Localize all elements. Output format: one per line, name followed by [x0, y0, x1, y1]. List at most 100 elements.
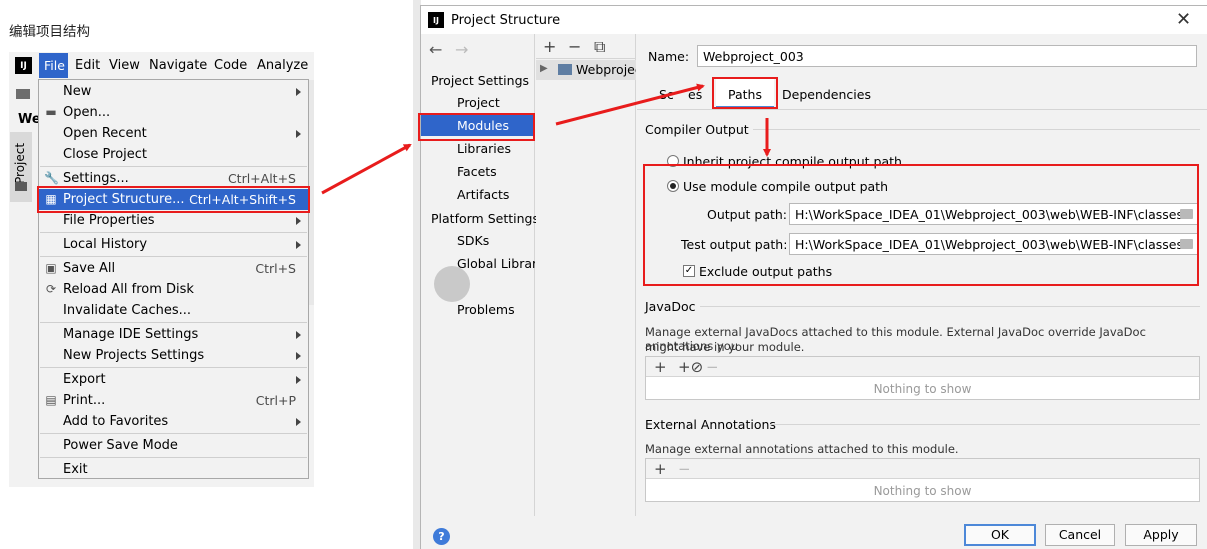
menu-item-export[interactable]: Export [39, 369, 308, 390]
nav-header-platform-settings: Platform Settings [431, 211, 539, 226]
apply-button[interactable]: Apply [1125, 524, 1197, 546]
project-tool-window-tab[interactable]: Project [10, 132, 32, 202]
menubar: IJ File Edit View Navigate Code Analyze [9, 52, 314, 80]
caption-text: 编辑项目结构 [9, 24, 90, 40]
menu-item-close-project[interactable]: Close Project [39, 144, 308, 165]
menu-view[interactable]: View [109, 58, 140, 73]
wrench-icon: 🔧 [44, 171, 59, 185]
menu-item-file-properties[interactable]: File Properties [39, 210, 308, 231]
menu-item-label: Invalidate Caches... [63, 303, 192, 318]
menu-item-open[interactable]: ▬ Open... [39, 102, 308, 123]
menu-separator [40, 322, 307, 323]
menu-item-new[interactable]: New [39, 81, 308, 102]
menu-separator [40, 433, 307, 434]
name-label: Name: [648, 49, 690, 64]
annotation-highlight-modules [418, 113, 535, 141]
remove-icon[interactable]: − [678, 460, 691, 478]
chevron-right-icon[interactable]: ▶ [540, 63, 548, 74]
external-annotations-table-toolbar: + − [646, 459, 1199, 479]
remove-icon[interactable]: − [706, 358, 719, 376]
menu-separator [40, 166, 307, 167]
cancel-button[interactable]: Cancel [1045, 524, 1115, 546]
nav-item-project[interactable]: Project [457, 95, 500, 110]
menu-item-label: Save All [63, 261, 116, 276]
add-icon[interactable]: + [543, 37, 556, 56]
tab-dependencies[interactable]: Dependencies [782, 87, 871, 102]
nav-item-artifacts[interactable]: Artifacts [457, 187, 509, 202]
forward-arrow-icon[interactable]: → [455, 40, 468, 59]
nav-item-sdks[interactable]: SDKs [457, 233, 489, 248]
menu-item-label: Manage IDE Settings [63, 327, 199, 342]
menu-item-shortcut: Ctrl+S [255, 261, 296, 276]
module-name-value: Webproject_003 [703, 49, 804, 64]
tab-sources-head[interactable]: Sc [659, 87, 674, 102]
menu-separator [40, 367, 307, 368]
nav-item-facets[interactable]: Facets [457, 164, 497, 179]
section-divider [770, 424, 1200, 425]
menu-item-label: Exit [63, 462, 88, 477]
submenu-arrow-icon [296, 217, 301, 225]
menu-item-exit[interactable]: Exit [39, 459, 308, 480]
menu-item-shortcut: Ctrl+Alt+S [227, 171, 296, 186]
reload-icon: ⟳ [45, 282, 57, 296]
copy-icon[interactable]: ⧉ [594, 37, 605, 57]
menu-separator [40, 232, 307, 233]
add-icon[interactable]: + [654, 358, 667, 376]
back-arrow-icon[interactable]: ← [429, 40, 442, 59]
menu-file-label: File [44, 58, 65, 73]
javadoc-table-toolbar: + +⊘ − [646, 357, 1199, 377]
menu-item-label: Add to Favorites [63, 414, 169, 429]
project-tab-label: Project [13, 142, 27, 184]
menu-item-label: Settings... [63, 171, 129, 186]
folder-icon[interactable] [16, 89, 30, 99]
menu-item-save-all[interactable]: ▣ Save All Ctrl+S [39, 258, 308, 279]
external-annotations-table: + − Nothing to show [645, 458, 1200, 502]
submenu-arrow-icon [296, 352, 301, 360]
annotation-highlight-paths-tab [712, 77, 778, 109]
add-url-icon[interactable]: +⊘ [678, 358, 703, 376]
menu-item-reload-all[interactable]: ⟳ Reload All from Disk [39, 279, 308, 300]
submenu-arrow-icon [296, 88, 301, 96]
nav-item-global-libraries[interactable]: Global Librari [457, 256, 535, 271]
collapse-button-icon[interactable] [434, 266, 470, 302]
add-icon[interactable]: + [654, 460, 667, 478]
save-icon: ▣ [45, 261, 57, 275]
menu-item-invalidate-caches[interactable]: Invalidate Caches... [39, 300, 308, 321]
submenu-arrow-icon [296, 130, 301, 138]
menu-file[interactable]: File [39, 53, 68, 78]
section-title-external-annotations: External Annotations [645, 417, 776, 432]
submenu-arrow-icon [296, 376, 301, 384]
menu-item-label: Power Save Mode [63, 438, 178, 453]
menu-item-open-recent[interactable]: Open Recent [39, 123, 308, 144]
menu-navigate[interactable]: Navigate [149, 58, 207, 73]
menu-item-local-history[interactable]: Local History [39, 234, 308, 255]
module-name-field[interactable]: Webproject_003 [697, 45, 1197, 67]
submenu-arrow-icon [296, 418, 301, 426]
javadoc-table: + +⊘ − Nothing to show [645, 356, 1200, 400]
menu-code[interactable]: Code [214, 58, 247, 73]
menu-edit[interactable]: Edit [75, 58, 100, 73]
tab-sources-tail[interactable]: es [688, 87, 702, 102]
close-icon[interactable]: ✕ [1176, 9, 1191, 30]
menu-item-new-projects-settings[interactable]: New Projects Settings [39, 345, 308, 366]
menu-analyze[interactable]: Analyze [257, 58, 308, 73]
menu-item-label: File Properties [63, 213, 155, 228]
menu-item-label: Reload All from Disk [63, 282, 194, 297]
menu-item-manage-ide-settings[interactable]: Manage IDE Settings [39, 324, 308, 345]
menu-item-label: Close Project [63, 147, 148, 162]
ok-button[interactable]: OK [964, 524, 1036, 546]
module-folder-icon [558, 64, 572, 75]
annotation-highlight-compiler-output [643, 164, 1199, 286]
section-divider [753, 129, 1200, 130]
nav-item-libraries[interactable]: Libraries [457, 141, 511, 156]
menu-item-print[interactable]: ▤ Print... Ctrl+P [39, 390, 308, 411]
external-annotations-empty-text: Nothing to show [873, 484, 972, 498]
menu-item-label: Local History [63, 237, 148, 252]
nav-item-problems[interactable]: Problems [457, 302, 515, 317]
dialog-title: Project Structure [451, 13, 561, 28]
intellij-logo-icon: IJ [428, 12, 444, 28]
help-icon[interactable]: ? [433, 528, 450, 545]
menu-item-power-save-mode[interactable]: Power Save Mode [39, 435, 308, 456]
menu-item-add-to-favorites[interactable]: Add to Favorites [39, 411, 308, 432]
remove-icon[interactable]: − [568, 37, 581, 56]
